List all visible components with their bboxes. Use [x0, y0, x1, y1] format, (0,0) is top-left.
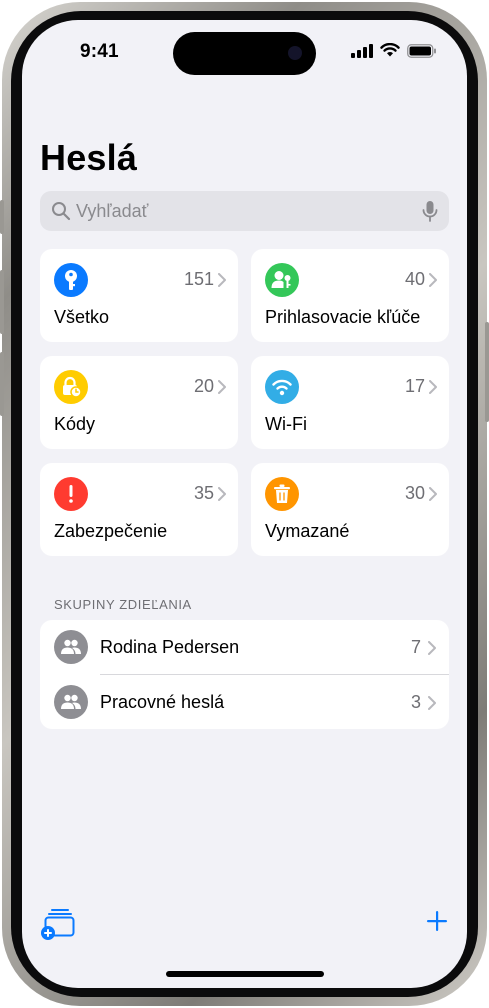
- category-label: Wi-Fi: [265, 414, 307, 434]
- chevron-right-icon: [428, 641, 436, 655]
- group-name: Rodina Pedersen: [100, 637, 240, 657]
- home-indicator: [166, 971, 324, 977]
- shared-group-row[interactable]: Rodina Pedersen 7: [40, 620, 449, 674]
- cellular-signal-icon: [351, 43, 373, 58]
- key-icon: [54, 263, 88, 297]
- category-wifi[interactable]: 17 Wi-Fi: [251, 356, 449, 449]
- volume-down-button: [0, 352, 4, 416]
- search-icon: [52, 202, 71, 221]
- person-key-icon: [265, 263, 299, 297]
- microphone-icon[interactable]: [422, 200, 438, 222]
- screen: 9:41 Heslá Vyhľadať 151 Všetko 40 Prihla…: [22, 20, 467, 988]
- category-deleted[interactable]: 30 Vymazané: [251, 463, 449, 556]
- group-count: 3: [410, 692, 421, 712]
- chevron-right-icon: [218, 487, 226, 501]
- search-placeholder: Vyhľadať: [76, 201, 149, 221]
- category-passkeys[interactable]: 40 Prihlasovacie kľúče: [251, 249, 449, 342]
- category-count: 20: [193, 376, 214, 396]
- category-label: Kódy: [54, 414, 96, 434]
- chevron-right-icon: [218, 380, 226, 394]
- exclamation-icon: [54, 477, 88, 511]
- category-count: 30: [404, 483, 425, 503]
- category-label: Zabezpečenie: [54, 521, 168, 541]
- section-header-shared-groups: SKUPINY ZDIEĽANIA: [54, 597, 192, 612]
- shared-groups-list: Rodina Pedersen 7 Pracovné heslá 3: [40, 620, 449, 729]
- chevron-right-icon: [429, 487, 437, 501]
- shared-group-row[interactable]: Pracovné heslá 3: [40, 675, 449, 729]
- category-label: Vymazané: [265, 521, 350, 541]
- action-button: [0, 200, 4, 234]
- category-all[interactable]: 151 Všetko: [40, 249, 238, 342]
- plus-icon[interactable]: [426, 910, 448, 932]
- chevron-right-icon: [218, 273, 226, 287]
- category-count: 17: [404, 376, 425, 396]
- status-icons: [351, 43, 437, 58]
- wifi-status-icon: [380, 43, 400, 57]
- lock-clock-icon: [54, 370, 88, 404]
- group-people-icon: [54, 685, 88, 719]
- page-title: Heslá: [40, 137, 138, 178]
- volume-up-button: [0, 270, 4, 334]
- group-count: 7: [410, 637, 421, 657]
- category-codes[interactable]: 20 Kódy: [40, 356, 238, 449]
- category-security[interactable]: 35 Zabezpečenie: [40, 463, 238, 556]
- group-name: Pracovné heslá: [100, 692, 225, 712]
- category-count: 35: [193, 483, 214, 503]
- chevron-right-icon: [428, 696, 436, 710]
- category-count: 40: [404, 269, 425, 289]
- new-group-icon[interactable]: [40, 908, 76, 942]
- category-label: Prihlasovacie kľúče: [265, 307, 421, 327]
- search-field[interactable]: Vyhľadať: [40, 191, 449, 231]
- wifi-icon: [265, 370, 299, 404]
- status-time: 9:41: [80, 41, 119, 62]
- chevron-right-icon: [429, 273, 437, 287]
- chevron-right-icon: [429, 380, 437, 394]
- power-button: [485, 322, 489, 422]
- battery-icon: [407, 43, 436, 58]
- trash-icon: [265, 477, 299, 511]
- category-count: 151: [183, 269, 214, 289]
- category-label: Všetko: [54, 307, 110, 327]
- group-people-icon: [54, 630, 88, 664]
- dynamic-island: [173, 32, 316, 75]
